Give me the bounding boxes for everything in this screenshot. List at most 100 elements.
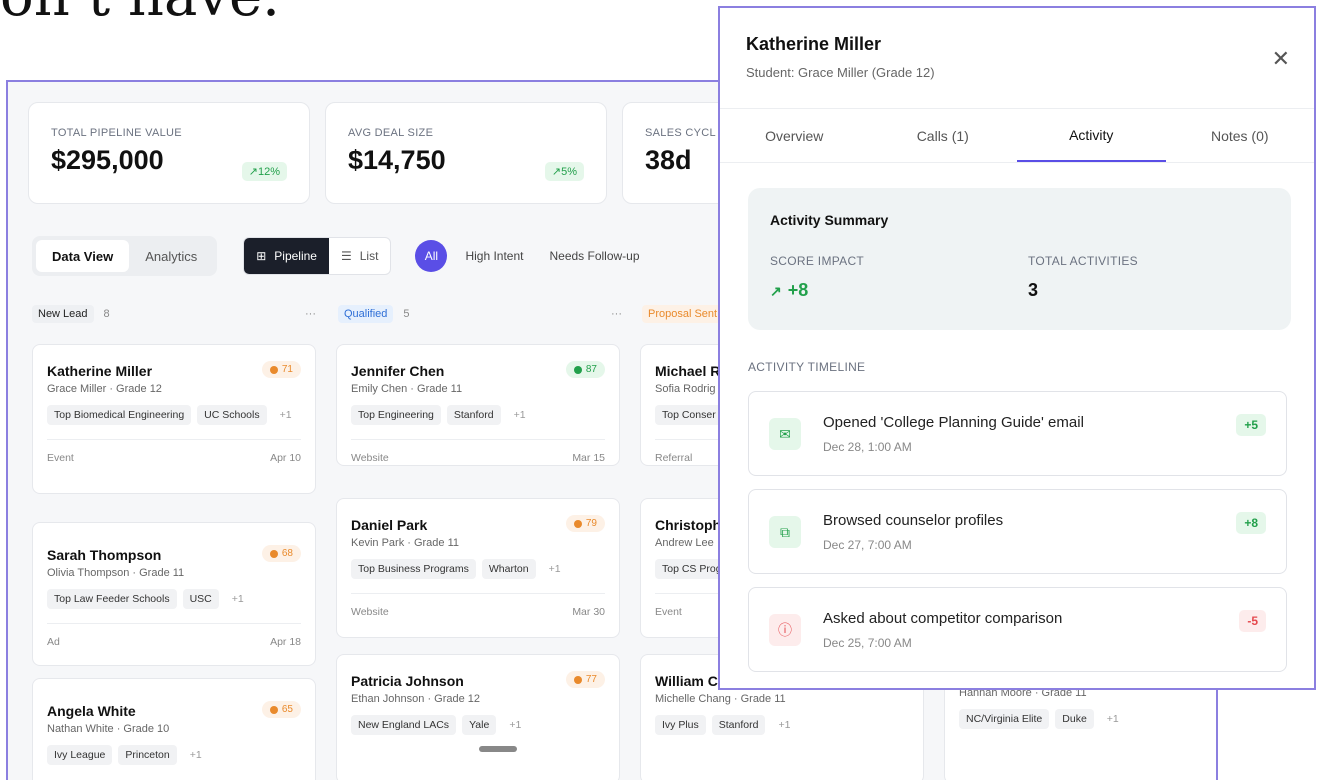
tag: Top Engineering (351, 405, 441, 425)
score-value: 87 (585, 364, 597, 375)
panel-subtitle: Student: Grace Miller (Grade 12) (746, 65, 935, 80)
event-date: Dec 27, 7:00 AM (823, 538, 912, 552)
lead-date: Apr 10 (270, 452, 301, 464)
tab-analytics[interactable]: Analytics (129, 240, 213, 272)
lead-date: Mar 30 (572, 606, 605, 618)
tab-activity[interactable]: Activity (1017, 109, 1166, 162)
score-impact-number: +8 (787, 280, 809, 300)
lead-student: Michelle Chang · Grade 11 (655, 693, 786, 705)
event-date: Dec 28, 1:00 AM (823, 440, 912, 454)
pipeline-button[interactable]: ⊞ Pipeline (244, 238, 329, 274)
lead-student: Grace Miller · Grade 12 (47, 383, 162, 395)
tag: UC Schools (197, 405, 267, 425)
tag-list: Top Business Programs Wharton +1 (351, 559, 605, 579)
tag: Wharton (481, 559, 536, 579)
tag-more: +1 (279, 409, 292, 421)
tag-more: +1 (1106, 713, 1119, 725)
tag: Duke (1055, 709, 1094, 729)
horizontal-scrollbar[interactable] (479, 746, 517, 752)
column-name: Qualified (338, 305, 394, 323)
score-value: 68 (281, 548, 293, 559)
mail-icon: ✉ (769, 418, 801, 450)
event-title: Browsed counselor profiles (823, 512, 1004, 529)
tag-list: Ivy League Princeton +1 (47, 745, 301, 765)
column-name: Proposal Sent (642, 305, 724, 323)
score-dot-icon (573, 365, 582, 374)
lead-date: Apr 18 (270, 636, 301, 648)
kpi-change-badge: ↗5% (544, 162, 584, 181)
tag: NC/Virginia Elite (959, 709, 1050, 729)
filter-high-intent[interactable]: High Intent (465, 249, 523, 263)
event-points: -5 (1239, 610, 1266, 632)
column-count: 5 (403, 308, 410, 320)
tag: USC (182, 589, 219, 609)
event-points: +5 (1236, 414, 1266, 436)
score-badge: 71 (261, 361, 301, 378)
event-date: Dec 25, 7:00 AM (823, 636, 912, 650)
event-points: +8 (1236, 512, 1266, 534)
tag: Top Conser (655, 405, 723, 425)
tab-notes[interactable]: Notes (0) (1166, 109, 1315, 162)
close-icon[interactable]: ✕ (1272, 46, 1290, 72)
lead-card[interactable]: Sarah Thompson Olivia Thompson · Grade 1… (32, 522, 316, 666)
event-title: Opened 'College Planning Guide' email (823, 414, 1084, 431)
tab-calls[interactable]: Calls (1) (869, 109, 1018, 162)
toolbar: Data View Analytics ⊞ Pipeline ☰ List All … (32, 236, 640, 276)
tag: Top Biomedical Engineering (47, 405, 192, 425)
tag-more: +1 (509, 719, 522, 731)
lead-card[interactable]: Angela White Nathan White · Grade 10 65 … (32, 678, 316, 780)
lead-student: Ethan Johnson · Grade 12 (351, 693, 481, 705)
tag: Ivy League (47, 745, 113, 765)
filter-needs-followup[interactable]: Needs Follow-up (549, 249, 639, 263)
kpi-change-badge: ↗12% (241, 162, 287, 181)
lead-student: Nathan White · Grade 10 (47, 723, 170, 735)
column-name: New Lead (32, 305, 94, 323)
column-header-new-lead: New Lead 8 ··· (32, 302, 316, 326)
lead-source: Event (655, 606, 682, 618)
kpi-label: AVG DEAL SIZE (348, 127, 434, 139)
timeline-event: ⓘ Asked about competitor comparison Dec … (748, 587, 1287, 672)
lead-student: Olivia Thompson · Grade 11 (47, 567, 185, 579)
filter-all[interactable]: All (415, 240, 448, 272)
tag: Top Law Feeder Schools (47, 589, 177, 609)
lead-card[interactable]: Katherine Miller Grace Miller · Grade 12… (32, 344, 316, 494)
tag-list: Top Engineering Stanford +1 (351, 405, 605, 425)
tag: Top Business Programs (351, 559, 476, 579)
card-footer: Website Mar 15 (351, 439, 605, 478)
score-dot-icon (269, 365, 278, 374)
tag-list: Ivy Plus Stanford +1 (655, 715, 909, 735)
tag-more: +1 (778, 719, 791, 731)
column-header-qualified: Qualified 5 ··· (338, 302, 622, 326)
tag: New England LACs (351, 715, 457, 735)
lead-card[interactable]: Jennifer Chen Emily Chen · Grade 11 87 T… (336, 344, 620, 466)
trend-up-icon: ↗ (770, 283, 782, 299)
lead-card[interactable]: Daniel Park Kevin Park · Grade 11 79 Top… (336, 498, 620, 638)
lead-detail-panel: Katherine Miller Student: Grace Miller (… (718, 6, 1316, 690)
more-icon[interactable]: ··· (305, 308, 316, 320)
score-impact-value: ↗ +8 (770, 280, 864, 301)
more-icon[interactable]: ··· (611, 308, 622, 320)
score-badge: 79 (565, 515, 605, 532)
tab-data-view[interactable]: Data View (36, 240, 130, 272)
total-activities-label: TOTAL ACTIVITIES (1028, 254, 1138, 268)
card-footer: Event Apr 10 (47, 439, 301, 478)
lead-card[interactable]: Patricia Johnson Ethan Johnson · Grade 1… (336, 654, 620, 780)
tag: Stanford (711, 715, 766, 735)
timeline-event: ✉ Opened 'College Planning Guide' email … (748, 391, 1287, 476)
layout-switcher: ⊞ Pipeline ☰ List (243, 237, 392, 275)
list-button[interactable]: ☰ List (329, 238, 390, 274)
tag-more: +1 (189, 749, 202, 761)
tab-overview[interactable]: Overview (720, 109, 869, 162)
score-value: 77 (585, 674, 597, 685)
timeline-event: ⧉ Browsed counselor profiles Dec 27, 7:0… (748, 489, 1287, 574)
alert-icon: ⓘ (769, 614, 801, 646)
tag-list: Top Law Feeder Schools USC +1 (47, 589, 301, 609)
lead-source: Referral (655, 452, 693, 464)
lead-source: Website (351, 606, 389, 618)
event-title: Asked about competitor comparison (823, 610, 1063, 627)
total-activities: TOTAL ACTIVITIES 3 (1028, 254, 1138, 301)
grid-icon: ⊞ (256, 249, 267, 263)
tag-list: New England LACs Yale +1 (351, 715, 605, 735)
lead-source: Event (47, 452, 74, 464)
summary-title: Activity Summary (770, 212, 889, 228)
